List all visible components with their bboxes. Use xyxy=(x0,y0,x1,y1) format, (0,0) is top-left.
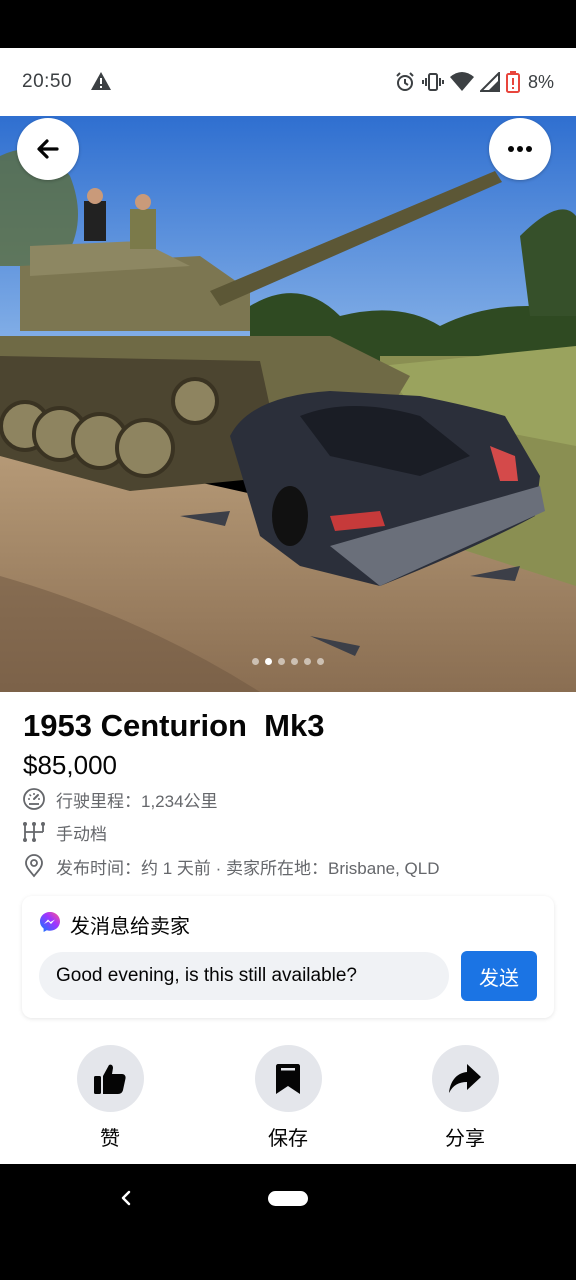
location-pin-icon xyxy=(22,854,46,878)
share-button[interactable] xyxy=(431,1045,499,1112)
save-label: 保存 xyxy=(268,1128,308,1150)
bookmark-icon xyxy=(276,1063,300,1094)
battery-icon xyxy=(505,71,520,93)
posted-location-text: 发布时间：约 1 天前 · 卖家所在地：Brisbane, QLD xyxy=(56,858,440,878)
status-time: 20:50 xyxy=(22,71,73,92)
like-label: 赞 xyxy=(100,1128,120,1150)
wifi-icon xyxy=(449,71,474,93)
system-nav-bar xyxy=(0,1164,576,1280)
save-button[interactable] xyxy=(254,1045,322,1112)
battery-percent: 8% xyxy=(527,71,554,92)
nav-back-button[interactable] xyxy=(116,1188,136,1208)
message-header-text: 发消息给卖家 xyxy=(70,916,190,938)
gearbox-icon xyxy=(22,820,46,844)
carousel-dot xyxy=(252,658,259,665)
message-input[interactable]: Good evening, is this still available? xyxy=(39,952,449,1000)
listing-title: 1953 Centurion Mk3 xyxy=(23,708,325,743)
carousel-dot xyxy=(278,658,285,665)
tank-car-photo xyxy=(0,116,576,692)
chevron-left-icon xyxy=(121,1190,131,1206)
save-action[interactable]: 保存 xyxy=(243,1045,333,1151)
thumbs-up-icon xyxy=(94,1064,126,1094)
vibrate-icon xyxy=(421,71,444,93)
mileage-row: 行驶里程：1,234公里 xyxy=(22,786,218,812)
top-black-bar xyxy=(0,0,576,48)
location-row: 发布时间：约 1 天前 · 卖家所在地：Brisbane, QLD xyxy=(22,853,440,879)
listing-price: $85,000 xyxy=(23,750,117,780)
mileage-text: 行驶里程：1,234公里 xyxy=(56,791,218,811)
carousel-dot xyxy=(304,658,311,665)
carousel-dot xyxy=(265,658,272,665)
warning-icon xyxy=(90,70,112,92)
more-horizontal-icon xyxy=(508,146,532,152)
alarm-icon xyxy=(394,71,416,93)
like-button[interactable] xyxy=(76,1045,144,1112)
message-seller-card: 发消息给卖家 Good evening, is this still avail… xyxy=(22,896,554,1018)
listing-details: 1953 Centurion Mk3 $85,000 行驶里程：1,234公里 … xyxy=(0,692,576,1164)
arrow-left-icon xyxy=(37,139,59,159)
status-bar: 20:50 8% xyxy=(0,48,576,116)
listing-photo[interactable] xyxy=(0,116,576,692)
share-icon xyxy=(449,1063,481,1093)
carousel-dot xyxy=(317,658,324,665)
messenger-icon xyxy=(38,910,62,939)
share-action[interactable]: 分享 xyxy=(420,1045,510,1151)
carousel-dot xyxy=(291,658,298,665)
transmission-text: 手动档 xyxy=(56,824,107,844)
signal-icon xyxy=(479,72,500,92)
back-button[interactable] xyxy=(17,118,79,180)
status-icons: 8% xyxy=(394,70,554,94)
message-header: 发消息给卖家 xyxy=(38,910,190,939)
carousel-indicator xyxy=(0,658,576,665)
transmission-row: 手动档 xyxy=(22,819,107,845)
send-button[interactable]: 发送 xyxy=(461,951,537,1001)
more-options-button[interactable] xyxy=(489,118,551,180)
share-label: 分享 xyxy=(445,1128,485,1150)
nav-home-pill[interactable] xyxy=(268,1191,308,1206)
like-action[interactable]: 赞 xyxy=(65,1045,155,1151)
speedometer-icon xyxy=(22,787,46,811)
